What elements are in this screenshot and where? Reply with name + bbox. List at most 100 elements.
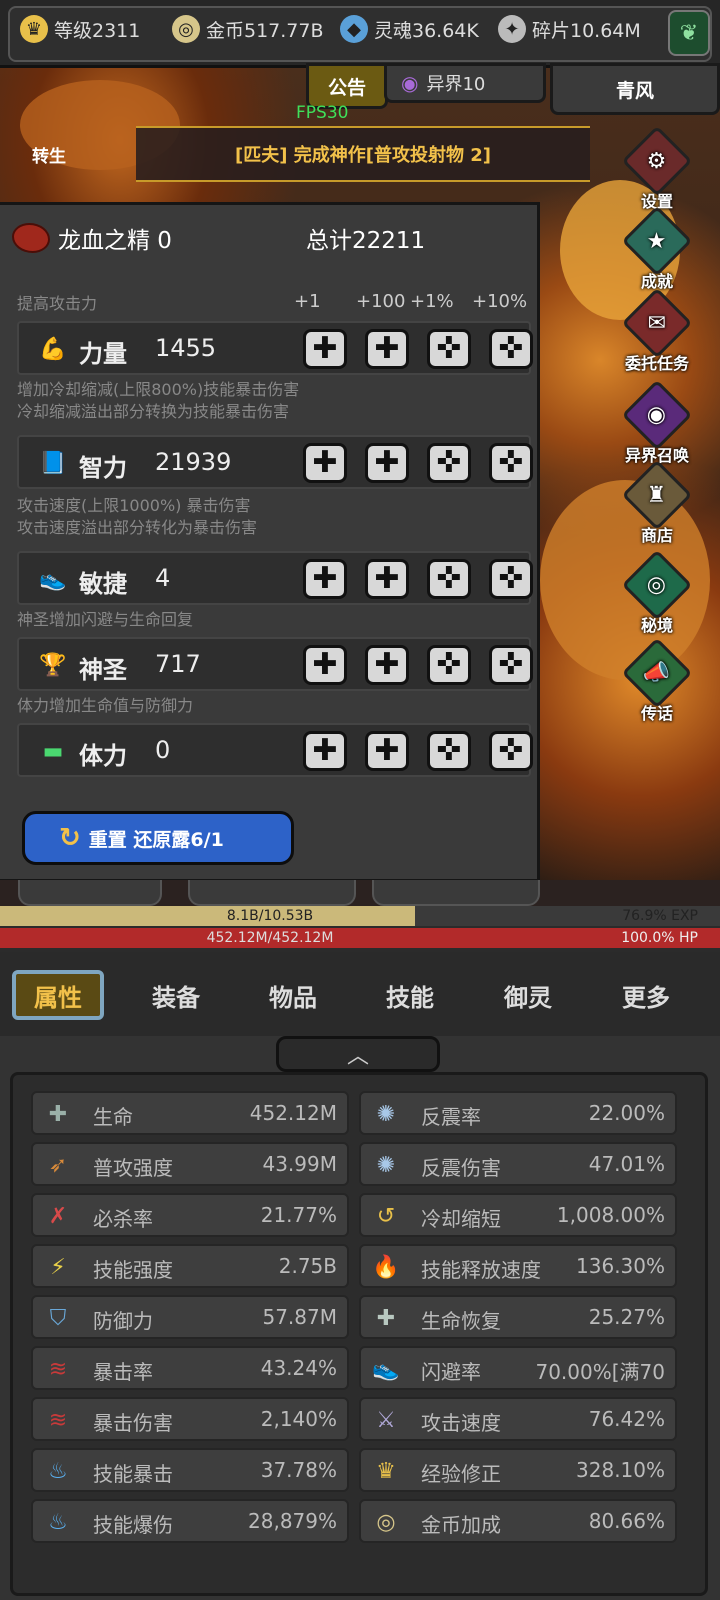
- letter-icon: ✉: [621, 287, 693, 359]
- bottom-tab-1[interactable]: 属性: [12, 970, 104, 1020]
- side-menu-portal[interactable]: ◉ 异界召唤: [612, 379, 702, 466]
- attribute-label: 普攻强度: [93, 1156, 173, 1180]
- reset-button[interactable]: ↻ 重置 还原露6/1: [22, 811, 294, 865]
- essence-label: 龙血之精 0: [58, 228, 172, 254]
- attribute-value: 43.24%: [260, 1356, 337, 1380]
- bottom-nav: 属性 装备 物品 技能 御灵 更多: [0, 952, 720, 1036]
- bottom-tab-3[interactable]: 物品: [247, 970, 339, 1020]
- bottom-tab-6[interactable]: 更多: [600, 970, 692, 1020]
- resource-bar: ♛ 等级2311 ◎ 金币517.77B ◆ 灵魂36.64K ✦ 碎片10.64M ❦: [0, 0, 720, 68]
- side-menu-bag[interactable]: ♜ 商店: [612, 459, 702, 546]
- increment-header: +1: [294, 291, 321, 312]
- attribute-cell: 🔥 技能释放速度 136.30%: [359, 1244, 677, 1288]
- stat-name: 敏捷: [79, 570, 127, 598]
- claw-icon: ≋: [48, 1356, 68, 1382]
- add-ten-percent-button[interactable]: ✜: [489, 645, 533, 685]
- side-menu-gear[interactable]: ⚙ 设置: [612, 125, 702, 212]
- stat-description: 冷却缩减溢出部分转换为技能暴击伤害: [17, 402, 290, 421]
- add-one-percent-button[interactable]: ✜: [427, 645, 471, 685]
- tab-other-world-label: 异界10: [426, 74, 486, 95]
- attribute-cell: ⚡ 技能强度 2.75B: [31, 1244, 349, 1288]
- stat-name: 智力: [79, 454, 127, 482]
- attribute-label: 技能暴击: [93, 1462, 173, 1486]
- add-one-percent-button[interactable]: ✜: [427, 731, 471, 771]
- add-ten-percent-button[interactable]: ✜: [489, 329, 533, 369]
- total-points: 总计22211: [306, 228, 426, 254]
- add-hundred-button[interactable]: ✚: [365, 559, 409, 599]
- attribute-value: 43.99M: [262, 1152, 337, 1176]
- bottom-tab-4[interactable]: 技能: [364, 970, 456, 1020]
- trophy-icon: 🏆: [39, 652, 67, 678]
- side-menu-letter[interactable]: ✉ 委托任务: [612, 287, 702, 374]
- attribute-cell: ✚ 生命 452.12M: [31, 1091, 349, 1135]
- attribute-label: 必杀率: [93, 1207, 153, 1231]
- side-menu-star[interactable]: ★ 成就: [612, 205, 702, 292]
- attribute-label: 技能强度: [93, 1258, 173, 1282]
- shard-icon: ✦: [498, 15, 526, 43]
- add-ten-percent-button[interactable]: ✜: [489, 559, 533, 599]
- book-icon: 📘: [39, 450, 67, 476]
- side-menu-horn[interactable]: 📣 传话: [612, 637, 702, 724]
- add-one-percent-button[interactable]: ✜: [427, 443, 471, 483]
- collapse-chevron-icon[interactable]: ︿: [276, 1036, 440, 1072]
- hp-percent: 100.0% HP: [621, 930, 698, 946]
- fps-counter: FPS30: [296, 103, 349, 123]
- portal-icon: ◉: [621, 379, 693, 451]
- add-hundred-button[interactable]: ✚: [365, 443, 409, 483]
- add-ten-percent-button[interactable]: ✜: [489, 731, 533, 771]
- exp-text: 8.1B/10.53B: [226, 908, 314, 924]
- add-ten-percent-button[interactable]: ✜: [489, 443, 533, 483]
- stat-value: 1455: [155, 334, 217, 362]
- attribute-value: 25.27%: [588, 1305, 665, 1329]
- add-one-button[interactable]: ✚: [303, 443, 347, 483]
- attribute-value: 80.66%: [588, 1509, 665, 1533]
- exp-bar: 8.1B/10.53B 76.9% EXP: [0, 906, 720, 926]
- coin-icon: ◎: [172, 15, 200, 43]
- leaf-menu-icon[interactable]: ❦: [668, 10, 710, 56]
- hidden-button[interactable]: [188, 880, 356, 906]
- add-one-button[interactable]: ✚: [303, 731, 347, 771]
- flame-shield-icon: 🔥: [372, 1254, 400, 1280]
- bed-icon: ▬: [42, 738, 64, 764]
- attribute-cell: ≋ 暴击率 43.24%: [31, 1346, 349, 1390]
- cross-icon: ✚: [48, 1101, 68, 1127]
- portal-icon: ◉: [401, 71, 419, 95]
- resource-shard: ✦ 碎片10.64M: [498, 14, 641, 44]
- attribute-cell: ♨ 技能暴击 37.78%: [31, 1448, 349, 1492]
- attribute-cell: ♨ 技能爆伤 28,879%: [31, 1499, 349, 1543]
- attribute-cell: ✺ 反震伤害 47.01%: [359, 1142, 677, 1186]
- vortex-icon: ◎: [621, 549, 693, 621]
- add-one-button[interactable]: ✚: [303, 329, 347, 369]
- add-one-button[interactable]: ✚: [303, 559, 347, 599]
- add-one-percent-button[interactable]: ✜: [427, 329, 471, 369]
- tab-qingfeng[interactable]: 青风: [550, 63, 720, 115]
- hidden-button[interactable]: [372, 880, 540, 906]
- attribute-cell: ✚ 生命恢复 25.27%: [359, 1295, 677, 1339]
- attribute-cell: ♛ 经验修正 328.10%: [359, 1448, 677, 1492]
- soul-value: 灵魂36.64K: [374, 19, 479, 42]
- rebirth-button[interactable]: 转生: [32, 142, 66, 167]
- attribute-cell: ⛉ 防御力 57.87M: [31, 1295, 349, 1339]
- hidden-buttons-strip: [0, 880, 720, 908]
- attribute-cell: ↺ 冷却缩短 1,008.00%: [359, 1193, 677, 1237]
- add-one-percent-button[interactable]: ✜: [427, 559, 471, 599]
- tab-other-world[interactable]: ◉ 异界10: [384, 63, 546, 103]
- blue-flame-icon: ♨: [48, 1458, 68, 1484]
- attribute-value: 28,879%: [248, 1509, 337, 1533]
- increment-header: +1%: [410, 291, 454, 312]
- attribute-cell: ➶ 普攻强度 43.99M: [31, 1142, 349, 1186]
- attribute-label: 生命恢复: [421, 1309, 501, 1333]
- side-menu-vortex[interactable]: ◎ 秘境: [612, 549, 702, 636]
- hidden-button[interactable]: [18, 880, 162, 906]
- increment-header: +10%: [472, 291, 528, 312]
- bottom-tab-5[interactable]: 御灵: [482, 970, 574, 1020]
- attribute-cell: 👟 闪避率 70.00%[满70: [359, 1346, 677, 1390]
- bottom-tab-2[interactable]: 装备: [130, 970, 222, 1020]
- attribute-label: 闪避率: [421, 1360, 481, 1384]
- add-hundred-button[interactable]: ✚: [365, 645, 409, 685]
- add-hundred-button[interactable]: ✚: [365, 329, 409, 369]
- add-one-button[interactable]: ✚: [303, 645, 347, 685]
- resource-soul: ◆ 灵魂36.64K: [340, 14, 479, 44]
- burst-icon: ✺: [376, 1101, 396, 1127]
- add-hundred-button[interactable]: ✚: [365, 731, 409, 771]
